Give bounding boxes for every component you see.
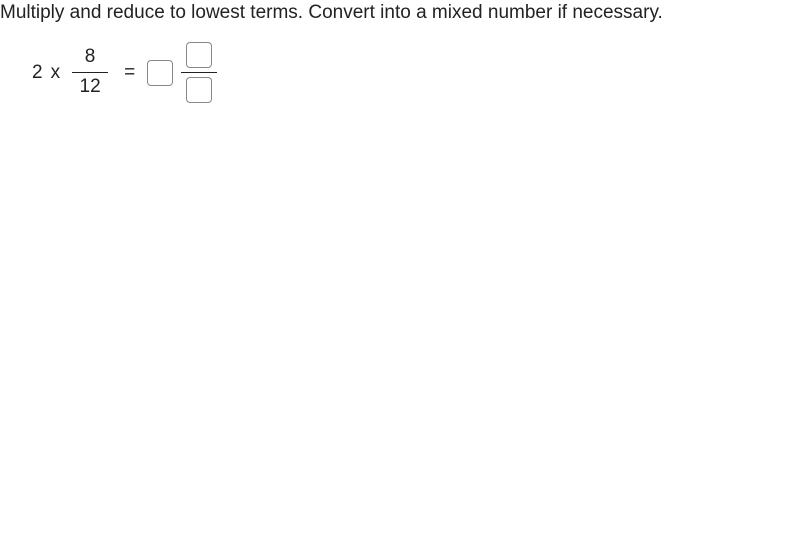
answer-mixed-number [147, 42, 217, 103]
left-whole-number: 2 [32, 62, 43, 84]
multiply-sign: x [51, 62, 61, 84]
equation: 2 x 8 12 = [32, 42, 800, 103]
instruction-text: Multiply and reduce to lowest terms. Con… [0, 0, 800, 24]
answer-denominator-input[interactable] [186, 77, 212, 103]
left-fraction-numerator: 8 [85, 45, 96, 70]
answer-fraction [181, 42, 217, 103]
answer-whole-input[interactable] [147, 60, 173, 86]
answer-fraction-bar [181, 72, 217, 73]
answer-numerator-input[interactable] [186, 42, 212, 68]
left-fraction-denominator: 12 [80, 75, 101, 100]
answer-whole-container [147, 60, 173, 86]
left-fraction-bar [72, 72, 108, 73]
left-fraction: 8 12 [72, 45, 108, 99]
equals-sign: = [124, 62, 135, 84]
